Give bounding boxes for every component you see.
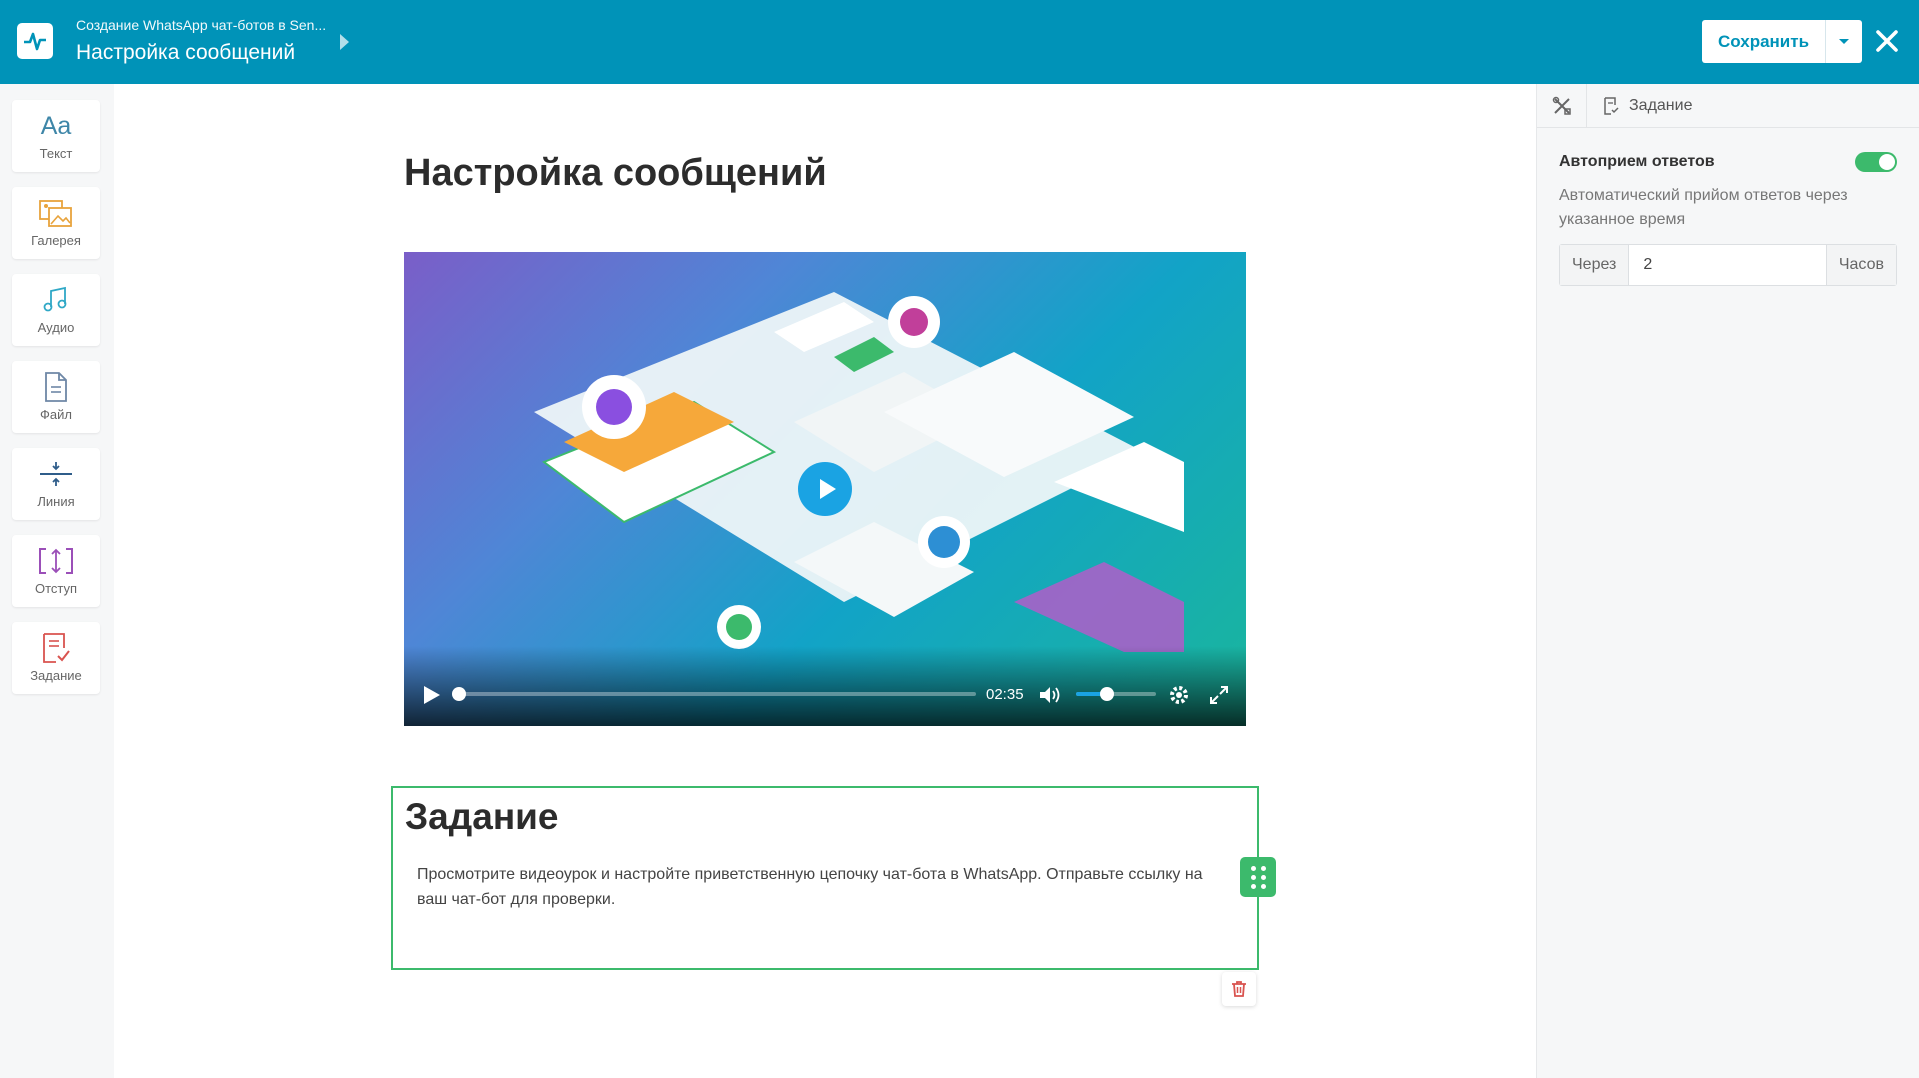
- tool-label: Линия: [37, 494, 75, 509]
- tool-label: Текст: [39, 146, 73, 161]
- auto-accept-time-input: Через 2 Часов: [1559, 244, 1897, 286]
- close-icon[interactable]: [1872, 26, 1902, 56]
- video-controls: [404, 646, 1246, 726]
- app-logo[interactable]: [17, 23, 53, 59]
- tool-label: Файл: [40, 407, 72, 422]
- trash-icon: [1232, 981, 1246, 997]
- save-dropdown-button[interactable]: [1826, 20, 1862, 63]
- panel-tabs: Задание: [1537, 83, 1919, 128]
- header-titles: Создание WhatsApp чат-ботов в Sen... Нас…: [76, 16, 326, 68]
- tool-label: Аудио: [37, 320, 75, 335]
- task-icon: [1604, 96, 1619, 115]
- tools-tab[interactable]: [1537, 83, 1587, 128]
- task-block[interactable]: Задание Просмотрите видеоурок и настройт…: [391, 786, 1259, 970]
- drag-handle[interactable]: [1240, 857, 1276, 897]
- top-bar: Создание WhatsApp чат-ботов в Sen... Нас…: [0, 0, 1919, 84]
- tool-task[interactable]: Задание: [12, 622, 100, 694]
- lesson-heading[interactable]: Настройка сообщений: [404, 152, 827, 195]
- volume-thumb[interactable]: [1100, 687, 1114, 701]
- tool-audio[interactable]: Аудио: [12, 274, 100, 346]
- tool-label: Задание: [30, 668, 82, 683]
- pulse-icon: [24, 32, 46, 51]
- gallery-icon: [38, 197, 74, 229]
- gear-icon[interactable]: [1168, 684, 1190, 706]
- play-overlay-button[interactable]: [798, 462, 852, 516]
- auto-accept-toggle[interactable]: [1855, 152, 1897, 172]
- save-button[interactable]: Сохранить: [1702, 20, 1827, 63]
- task-heading[interactable]: Задание: [405, 796, 559, 838]
- task-icon: [40, 632, 72, 664]
- tool-file[interactable]: Файл: [12, 361, 100, 433]
- progress-track[interactable]: [458, 692, 976, 696]
- play-icon[interactable]: [422, 684, 442, 706]
- panel-body: Автоприем ответов Автоматический прийом …: [1537, 128, 1919, 310]
- tool-label: Отступ: [34, 581, 78, 596]
- caret-right-icon[interactable]: [340, 34, 349, 50]
- task-tab-label: Задание: [1629, 96, 1693, 114]
- settings-panel: Задание Автоприем ответов Автоматический…: [1536, 83, 1919, 1078]
- input-prefix: Через: [1560, 245, 1630, 285]
- auto-accept-row: Автоприем ответов: [1559, 152, 1897, 172]
- fullscreen-icon[interactable]: [1208, 684, 1230, 706]
- progress-thumb[interactable]: [452, 687, 466, 701]
- video-player[interactable]: 02:35: [404, 252, 1246, 726]
- file-icon: [42, 371, 70, 403]
- blocks-toolbar: Aa Текст Галерея Аудио Файл Линия Отступ: [0, 84, 114, 1078]
- tool-label: Галерея: [31, 233, 81, 248]
- video-duration: 02:35: [986, 686, 1024, 703]
- hours-value-field[interactable]: 2: [1629, 245, 1826, 285]
- line-icon: [38, 458, 74, 490]
- spacing-icon: [37, 545, 75, 577]
- tool-gallery[interactable]: Галерея: [12, 187, 100, 259]
- save-button-group: Сохранить: [1702, 20, 1863, 63]
- delete-block-button[interactable]: [1222, 972, 1256, 1006]
- tool-spacing[interactable]: Отступ: [12, 535, 100, 607]
- course-title[interactable]: Создание WhatsApp чат-ботов в Sen...: [76, 16, 326, 34]
- auto-accept-description: Автоматический прийом ответов через указ…: [1559, 187, 1848, 228]
- page-title: Настройка сообщений: [76, 41, 296, 64]
- tool-line[interactable]: Линия: [12, 448, 100, 520]
- tools-icon: [1552, 96, 1571, 115]
- input-suffix: Часов: [1825, 245, 1896, 285]
- text-icon: Aa: [40, 111, 72, 140]
- auto-accept-label: Автоприем ответов: [1559, 153, 1715, 170]
- task-text[interactable]: Просмотрите видеоурок и настройте привет…: [417, 862, 1237, 912]
- tool-text[interactable]: Aa Текст: [12, 100, 100, 172]
- volume-icon[interactable]: [1038, 684, 1062, 706]
- task-tab[interactable]: Задание: [1587, 97, 1692, 115]
- audio-icon: [41, 284, 71, 316]
